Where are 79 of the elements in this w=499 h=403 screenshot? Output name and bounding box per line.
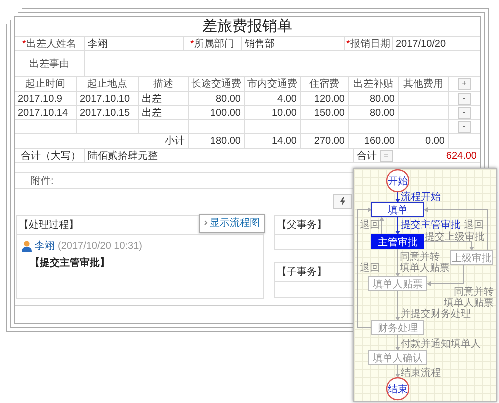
process-node: 主管审批 (372, 234, 424, 250)
table-cell: 150.00 (314, 108, 345, 118)
column-header: 住宿费 (310, 78, 340, 91)
table-cell-text: 出差 (142, 106, 162, 120)
user-icon (22, 240, 32, 252)
attachments-label: 附件: (31, 174, 54, 188)
total-amount: 624.00 (446, 150, 477, 162)
field-label: 出差人姓名 (26, 38, 76, 51)
sum-label: 合计 (357, 150, 377, 163)
edge-label: 同意并转填单人贴票 (400, 252, 450, 274)
add-row-button[interactable]: + (458, 78, 471, 90)
remove-row-button[interactable]: - (458, 120, 471, 132)
edge-label: 提交上级审批 (425, 232, 485, 243)
show-flowchart-tab[interactable]: 显示流程图 (199, 214, 265, 232)
remove-row-button[interactable]: - (458, 93, 471, 105)
table-cell: 2017.10.14 (18, 108, 68, 118)
table-cell: 2017.10.15 (80, 108, 130, 118)
process-node: 填单人贴票 (368, 276, 428, 292)
process-node: 上级审批 (450, 250, 494, 266)
panel-title: 【子事务】 (277, 266, 327, 279)
table-cell: 10.00 (272, 108, 297, 118)
form-title: 差旅费报销单 (15, 17, 480, 37)
field-label: 出差事由 (30, 58, 70, 70)
required-mark: * (190, 38, 194, 50)
subtotal-cell: 160.00 (364, 136, 395, 146)
edge-label: 流程开始 (401, 192, 441, 203)
column-header: 长途交通费 (192, 78, 242, 91)
edge-label: 退回 (360, 220, 380, 231)
subtotal-label: 小计 (165, 134, 185, 148)
subtotal-cell: 14.00 (272, 136, 297, 146)
subtotal-cell: 0.00 (426, 136, 445, 146)
panel-title: 【父事务】 (277, 218, 327, 232)
column-header: 出差补贴 (354, 78, 394, 91)
remove-row-button[interactable]: - (458, 107, 471, 119)
table-cell: 120.00 (314, 94, 345, 104)
calculate-button[interactable]: = (380, 150, 393, 162)
table-cell: 80.00 (370, 108, 395, 118)
table-cell-text: 出差 (142, 92, 162, 106)
column-header: 起止时间 (26, 78, 66, 91)
subtotal-cell: 180.00 (210, 136, 241, 146)
field-value: 李翊 (88, 38, 108, 51)
user-name: 李翊 (35, 240, 55, 253)
column-header: 其他费用 (404, 78, 444, 91)
amount-in-words: 陆佰贰拾肆元整 (88, 150, 158, 163)
required-mark: * (22, 38, 26, 50)
field-value: 销售部 (245, 38, 275, 51)
lightning-icon (340, 196, 346, 206)
total-label: 合计（大写） (21, 150, 81, 163)
column-header: 起止地点 (88, 78, 128, 91)
edge-label: 退回 (464, 220, 484, 231)
action-button[interactable] (333, 194, 352, 208)
edge-label: 同意并转填单人贴票 (444, 287, 494, 309)
subtotal-cell: 270.00 (314, 136, 345, 146)
field-label: 报销日期 (350, 38, 390, 51)
table-cell: 80.00 (216, 94, 241, 104)
terminal-node: 结束 (386, 377, 410, 401)
process-node: 填单 (372, 202, 424, 218)
process-node: 财务处理 (372, 320, 424, 336)
chevron-icon (204, 220, 208, 226)
table-cell: 2017.10.10 (80, 94, 130, 104)
edge-label: 结束流程 (401, 368, 441, 379)
edge-label: 提交主管审批 (401, 220, 461, 231)
action-text: 【提交主管审批】 (29, 256, 111, 270)
column-header: 描述 (154, 78, 174, 91)
process-node: 填单人确认 (368, 350, 428, 366)
table-cell: 100.00 (210, 108, 241, 118)
panel-title: 【处理过程】 (19, 218, 79, 232)
required-mark: * (346, 38, 350, 50)
timestamp: (2017/10/20 10:31) (58, 240, 143, 252)
column-header: 市内交通费 (248, 78, 298, 91)
edge-label: 并提交财务处理 (401, 309, 471, 320)
table-cell: 80.00 (370, 94, 395, 104)
table-cell: 2017.10.9 (18, 94, 62, 104)
edge-label: 退回 (360, 263, 380, 274)
field-label: 所属部门 (194, 38, 234, 51)
edge-label: 付款并通知填单人 (401, 339, 481, 350)
terminal-node: 开始 (386, 169, 410, 193)
table-cell: 4.00 (278, 94, 297, 104)
field-value: 2017/10/20 (396, 38, 446, 50)
